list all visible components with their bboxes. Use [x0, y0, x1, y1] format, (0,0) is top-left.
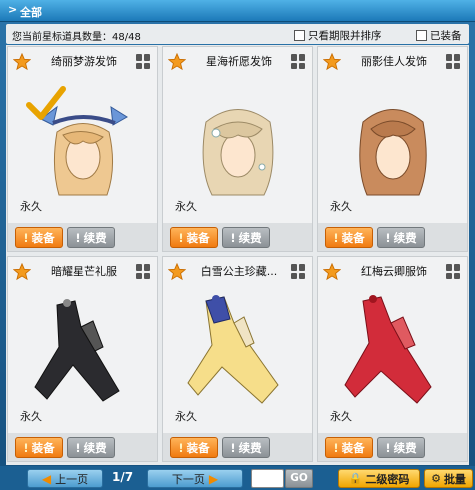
triangle-right-icon: ▶	[208, 471, 219, 486]
item-name: 白雪公主珍藏...	[200, 265, 278, 278]
gear-icon: ⚙	[431, 472, 441, 485]
dress-image[interactable]	[333, 287, 453, 407]
page-indicator: 1/7	[112, 470, 134, 484]
item-actions: ! 装备 ! 续费	[163, 223, 312, 251]
prev-page-button[interactable]: ◀ 上一页	[27, 469, 103, 488]
star-icon[interactable]	[13, 53, 31, 71]
secondary-password-button[interactable]: 🔒 二级密码	[338, 469, 420, 488]
renew-button[interactable]: ! 续费	[377, 227, 425, 248]
star-icon[interactable]	[323, 263, 341, 281]
window-frame: > 全部 您当前星标道具数量：48/48 只看期限并排序 已装备 绮丽梦游发饰	[0, 0, 475, 490]
item-actions: ! 装备 ! 续费	[318, 223, 467, 251]
item-duration: 永久	[175, 410, 197, 423]
star-icon[interactable]	[168, 53, 186, 71]
renew-button[interactable]: ! 续费	[377, 437, 425, 458]
item-actions: ! 装备 ! 续费	[163, 433, 312, 461]
equip-button[interactable]: ! 装备	[15, 227, 63, 248]
equip-button[interactable]: ! 装备	[170, 437, 218, 458]
batch-button[interactable]: ⚙ 批量	[424, 469, 473, 488]
star-icon[interactable]	[13, 263, 31, 281]
page-number-input[interactable]	[251, 469, 284, 488]
grid-view-icon[interactable]	[446, 54, 461, 69]
item-duration: 永久	[175, 200, 197, 213]
star-icon[interactable]	[168, 263, 186, 281]
category-title: 全部	[20, 6, 42, 19]
grid-view-icon[interactable]	[291, 264, 306, 279]
renew-button[interactable]: ! 续费	[67, 227, 115, 248]
item-card[interactable]: 暗耀星芒礼服 永久 ! 装备 ! 续费	[7, 256, 158, 462]
item-card[interactable]: 白雪公主珍藏... 永久 ! 装备 ! 续费	[162, 256, 313, 462]
item-actions: ! 装备 ! 续费	[8, 433, 157, 461]
equip-button[interactable]: ! 装备	[325, 437, 373, 458]
triangle-left-icon: ◀	[41, 471, 52, 486]
item-name: 丽影佳人发饰	[361, 55, 427, 68]
dress-image[interactable]	[23, 287, 143, 407]
item-name: 暗耀星芒礼服	[51, 265, 117, 278]
item-card[interactable]: 丽影佳人发饰 永久 ! 装备 ! 续费	[317, 46, 468, 252]
category-header[interactable]: > 全部	[0, 0, 475, 22]
item-count-text: 您当前星标道具数量：48/48	[12, 32, 141, 43]
grid-view-icon[interactable]	[446, 264, 461, 279]
equip-button[interactable]: ! 装备	[15, 437, 63, 458]
hair-accessory-image[interactable]	[178, 77, 298, 197]
equip-button[interactable]: ! 装备	[170, 227, 218, 248]
renew-button[interactable]: ! 续费	[67, 437, 115, 458]
go-button[interactable]: GO	[285, 469, 313, 488]
checkbox-box[interactable]	[416, 30, 427, 41]
item-name: 红梅云卿服饰	[361, 265, 427, 278]
grid-view-icon[interactable]	[136, 54, 151, 69]
hair-accessory-image[interactable]	[333, 77, 453, 197]
item-actions: ! 装备 ! 续费	[318, 433, 467, 461]
item-name: 星海祈愿发饰	[206, 55, 272, 68]
item-duration: 永久	[20, 200, 42, 213]
equipped-check-icon	[26, 86, 66, 120]
item-card[interactable]: 红梅云卿服饰 永久 ! 装备 ! 续费	[317, 256, 468, 462]
filter-equipped-label: 已装备	[430, 30, 462, 42]
item-actions: ! 装备 ! 续费	[8, 223, 157, 251]
info-row: 您当前星标道具数量：48/48 只看期限并排序 已装备	[6, 24, 469, 44]
grid-view-icon[interactable]	[291, 54, 306, 69]
item-duration: 永久	[330, 410, 352, 423]
checkbox-box[interactable]	[294, 30, 305, 41]
hair-accessory-image[interactable]	[23, 77, 143, 197]
item-card[interactable]: 绮丽梦游发饰 永久 ! 装备 ! 续费	[7, 46, 158, 252]
renew-button[interactable]: ! 续费	[222, 437, 270, 458]
filter-equipped-checkbox[interactable]: 已装备	[416, 28, 462, 43]
grid-view-icon[interactable]	[136, 264, 151, 279]
pager-bar: ◀ 上一页 1/7 下一页 ▶ GO 🔒 二级密码 ⚙ 批量	[0, 466, 475, 490]
item-card[interactable]: 星海祈愿发饰 永久 ! 装备 ! 续费	[162, 46, 313, 252]
lock-icon: 🔒	[348, 472, 363, 485]
filter-expiring-checkbox[interactable]: 只看期限并排序	[294, 28, 382, 43]
filter-expiring-label: 只看期限并排序	[308, 30, 382, 42]
equip-button[interactable]: ! 装备	[325, 227, 373, 248]
next-page-button[interactable]: 下一页 ▶	[147, 469, 243, 488]
item-duration: 永久	[330, 200, 352, 213]
item-grid-panel: 绮丽梦游发饰 永久 ! 装备 ! 续费 星海祈愿发饰 永久 ! 装备 ! 续费 …	[6, 45, 469, 465]
item-name: 绮丽梦游发饰	[51, 55, 117, 68]
item-duration: 永久	[20, 410, 42, 423]
star-icon[interactable]	[323, 53, 341, 71]
chevron-right-icon: >	[8, 3, 18, 16]
renew-button[interactable]: ! 续费	[222, 227, 270, 248]
dress-image[interactable]	[178, 287, 298, 407]
